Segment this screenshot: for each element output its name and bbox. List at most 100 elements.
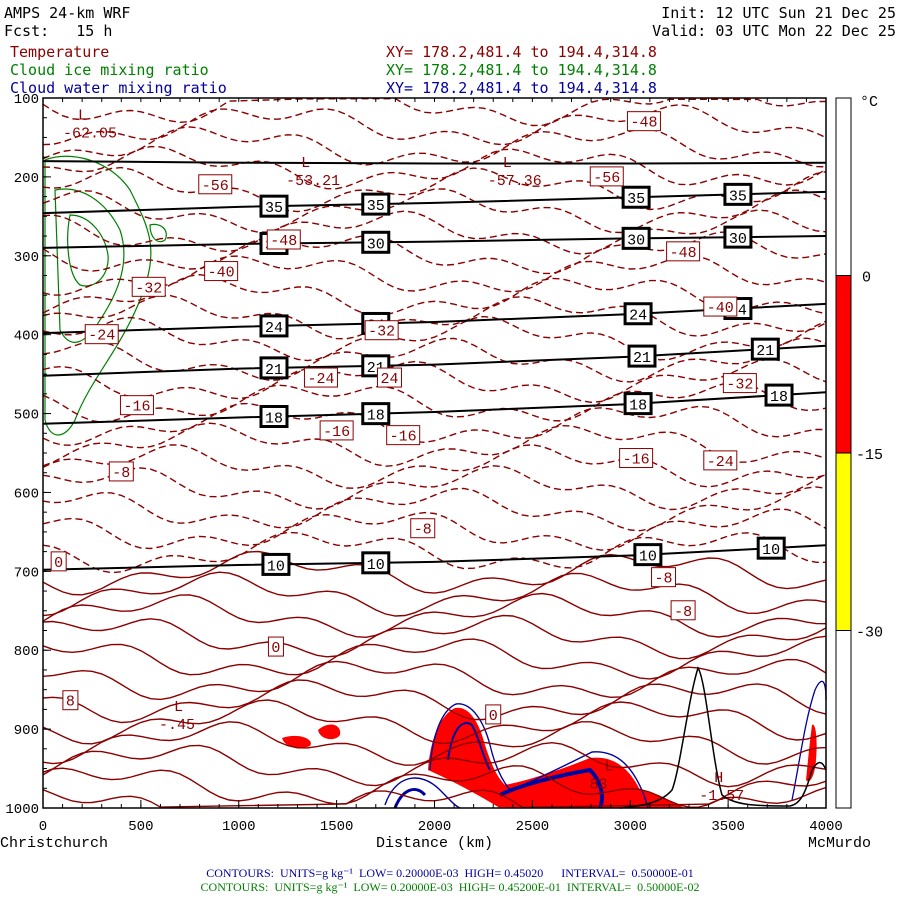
temperature-label: -48 [670, 245, 697, 262]
y-tick-label: 900 [14, 723, 39, 739]
contour-label: 10 [639, 549, 657, 566]
x-end-label: McMurdo [808, 835, 871, 852]
contour-label: 35 [729, 188, 747, 205]
x-tick-label: 3000 [613, 819, 647, 835]
isotherm-line [42, 337, 827, 383]
isotherm-line [42, 658, 827, 701]
x-tick-label: 4000 [809, 819, 843, 835]
y-tick-label: 1000 [5, 802, 39, 818]
contour-label: 30 [367, 236, 385, 253]
contour-label: 21 [633, 350, 651, 367]
extremum-value: 83 [590, 776, 608, 793]
temperature-label: -8 [112, 465, 130, 482]
black-contour-line [42, 344, 827, 377]
temperature-label: -16 [390, 429, 417, 446]
y-tick-label: 500 [14, 408, 39, 424]
x-axis-label: Distance (km) [376, 835, 493, 852]
isotherm-line [42, 402, 826, 446]
black-contours [42, 160, 827, 571]
contour-label: 10 [762, 542, 780, 559]
colorbar-label: 0 [862, 270, 871, 287]
isotherm-line [42, 635, 827, 680]
cloud-fills [44, 155, 827, 809]
black-contour-line [42, 160, 827, 165]
temperature-label: -16 [123, 399, 150, 416]
temperature-label: -32 [368, 324, 395, 341]
y-tick-label: 800 [14, 644, 39, 660]
extremum-value: -57.36 [488, 173, 542, 190]
temperature-label: 0 [54, 555, 63, 572]
temperature-label: -8 [655, 571, 673, 588]
contour-label: 21 [265, 362, 283, 379]
extremum-value: -.45 [159, 717, 195, 734]
extremum-marker: L [78, 107, 87, 124]
x-tick-label: 2500 [516, 819, 550, 835]
contour-label: 10 [367, 557, 385, 574]
contour-label: 35 [627, 191, 645, 208]
temperature-label: -48 [270, 233, 297, 250]
x-tick-label: 500 [128, 819, 153, 835]
isotherm-line [42, 209, 827, 255]
contour-label: 18 [367, 408, 385, 425]
isotherm-line [42, 571, 827, 617]
temperature-label: -32 [135, 280, 162, 297]
extremum-marker: L [174, 699, 183, 716]
contour-label: 18 [265, 411, 283, 428]
temperature-label: -24 [707, 454, 734, 471]
y-tick-label: 700 [14, 565, 39, 581]
isotherm-line [42, 104, 827, 146]
extremum-value: -53.21 [286, 173, 340, 190]
extremum-marker: L [301, 155, 310, 172]
y-tick-label: 200 [14, 171, 39, 187]
isotherm-line [42, 381, 827, 423]
extremum-marker: L [503, 155, 512, 172]
temperature-label: -16 [623, 452, 650, 469]
colorbar: °C 0 -15 -30 [835, 94, 883, 809]
temperature-label: -24 [307, 371, 334, 388]
cross-section-chart: 3535353530303030242424242121212118181818… [0, 92, 883, 852]
cloud-ice-contours [67, 214, 109, 287]
temperature-label: 0 [271, 640, 280, 657]
temperature-label: -40 [208, 265, 235, 282]
temperature-label: -24 [88, 328, 115, 345]
isotherm-line [42, 97, 826, 127]
y-tick-label: 300 [14, 250, 39, 266]
footer-water-contours: CONTOURS: UNITS=g kg⁻¹ LOW= 0.20000E-03 … [206, 866, 694, 880]
x-tick-label: 1500 [320, 819, 354, 835]
contour-label: 18 [629, 398, 647, 415]
temperature-label: -56 [593, 170, 620, 187]
temperature-label: -8 [414, 522, 432, 539]
isotherm-line [42, 358, 827, 404]
isotherm-line [42, 592, 827, 639]
x-start-label: Christchurch [0, 835, 108, 852]
temperature-label: -48 [630, 115, 657, 132]
temperature-label: 0 [489, 708, 498, 725]
x-tick-label: 3500 [711, 819, 745, 835]
colorbar-bin [835, 275, 852, 454]
temperature-label: -32 [726, 377, 753, 394]
colorbar-label: -30 [856, 625, 883, 642]
temperature-label: 24 [380, 371, 398, 388]
temperature-label: -8 [674, 604, 692, 621]
y-tick-label: 600 [14, 486, 39, 502]
isotherm-line [42, 614, 827, 660]
footer-ice-contours: CONTOURS: UNITS=g kg⁻¹ LOW= 0.20000E-03 … [200, 880, 700, 894]
contour-label: 21 [756, 343, 774, 360]
contour-label: 18 [770, 389, 788, 406]
colorbar-unit: °C [860, 94, 878, 111]
contour-label: 10 [267, 558, 285, 575]
contour-label: 35 [265, 200, 283, 217]
temperature-label: -16 [323, 424, 350, 441]
black-contour-line [42, 190, 827, 215]
x-tick-label: 0 [39, 819, 47, 835]
contour-label: 24 [265, 320, 283, 337]
contour-label: 30 [729, 231, 747, 248]
y-tick-label: 400 [14, 329, 39, 345]
temperature-label: 8 [66, 694, 75, 711]
extremum-value: -62.05 [63, 125, 117, 142]
extremum-marker: L [605, 758, 614, 775]
colorbar-bin [835, 452, 852, 631]
y-tick-label: 100 [14, 92, 39, 108]
temperature-label: -40 [707, 300, 734, 317]
x-tick-label: 2000 [418, 819, 452, 835]
